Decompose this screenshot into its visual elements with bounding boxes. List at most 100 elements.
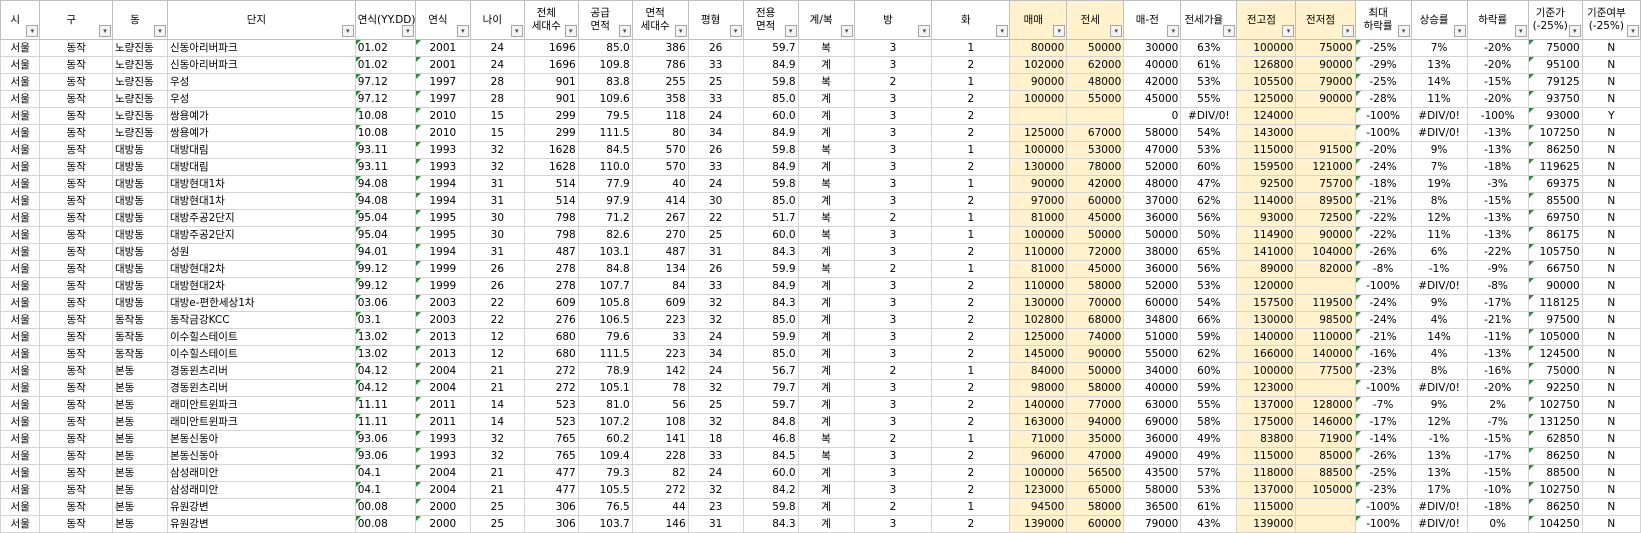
table-cell[interactable]: 2 [931, 464, 1011, 482]
table-cell[interactable]: 34 [687, 345, 744, 363]
table-cell[interactable]: 복 [797, 430, 855, 448]
table-cell[interactable]: 114000 [1236, 192, 1297, 210]
table-cell[interactable]: 신동아리버파크 [166, 56, 356, 74]
table-cell[interactable]: 115000 [1236, 498, 1297, 516]
table-cell[interactable]: 97.12 [354, 90, 416, 108]
table-cell[interactable]: 동작 [39, 192, 114, 210]
table-cell[interactable]: 33 [687, 447, 744, 465]
table-cell[interactable]: 서울 [0, 260, 41, 278]
table-cell[interactable]: N [1581, 430, 1641, 448]
table-cell[interactable]: 118 [631, 107, 689, 125]
table-cell[interactable]: 32 [687, 413, 744, 431]
table-cell[interactable]: 2 [853, 209, 933, 227]
table-cell[interactable]: 3 [853, 515, 933, 533]
table-cell[interactable]: 299 [523, 107, 579, 125]
table-cell[interactable]: 157500 [1236, 294, 1297, 312]
table-cell[interactable]: 3 [853, 243, 933, 261]
table-cell[interactable]: 86250 [1527, 498, 1583, 516]
table-cell[interactable]: 9% [1410, 141, 1468, 159]
table-cell[interactable]: 2001 [414, 39, 471, 57]
table-cell[interactable]: 53% [1180, 481, 1238, 499]
table-cell[interactable]: 47% [1180, 175, 1238, 193]
table-cell[interactable]: 계 [797, 311, 855, 329]
table-cell[interactable]: 82000 [1295, 260, 1356, 278]
table-cell[interactable]: 477 [523, 481, 579, 499]
table-cell[interactable]: 32 [687, 379, 744, 397]
table-cell[interactable] [1295, 124, 1356, 142]
table-cell[interactable]: 45000 [1123, 90, 1182, 108]
table-cell[interactable]: 34 [687, 124, 744, 142]
table-cell[interactable]: 31 [469, 243, 525, 261]
table-cell[interactable]: 102800 [1009, 311, 1068, 329]
table-cell[interactable]: 2 [931, 107, 1011, 125]
table-cell[interactable]: 2 [931, 481, 1011, 499]
table-cell[interactable]: 경동윈츠리버 [166, 379, 356, 397]
table-cell[interactable]: 서울 [0, 226, 41, 244]
table-cell[interactable]: 58000 [1066, 498, 1125, 516]
table-cell[interactable]: 본동신동아 [166, 430, 356, 448]
table-cell[interactable]: 102750 [1527, 396, 1583, 414]
table-cell[interactable]: 32 [469, 430, 525, 448]
table-cell[interactable]: 22 [687, 209, 744, 227]
table-cell[interactable]: 123000 [1009, 481, 1068, 499]
filter-dropdown-icon[interactable]: ▾ [456, 25, 469, 37]
table-cell[interactable]: N [1581, 311, 1641, 329]
table-cell[interactable]: 노량진동 [112, 56, 168, 74]
column-header-0[interactable]: 시 ▾ [0, 0, 41, 40]
column-header-14[interactable]: 화 ▾ [931, 0, 1011, 40]
table-cell[interactable]: 105750 [1527, 243, 1583, 261]
table-cell[interactable]: 140000 [1009, 396, 1068, 414]
table-cell[interactable]: N [1581, 328, 1641, 346]
table-cell[interactable]: 본동 [112, 430, 168, 448]
table-cell[interactable]: 60% [1180, 158, 1238, 176]
table-cell[interactable]: 63000 [1123, 396, 1182, 414]
table-cell[interactable]: -22% [1466, 243, 1529, 261]
table-cell[interactable]: 1 [931, 141, 1011, 159]
table-cell[interactable]: 159500 [1236, 158, 1297, 176]
table-cell[interactable]: 대방동 [112, 260, 168, 278]
table-cell[interactable]: 109.4 [577, 447, 633, 465]
table-cell[interactable]: 50000 [1066, 362, 1125, 380]
table-cell[interactable]: -8% [1466, 277, 1529, 295]
table-cell[interactable]: 25 [469, 498, 525, 516]
table-cell[interactable]: 1628 [523, 141, 579, 159]
table-cell[interactable]: 본동 [112, 396, 168, 414]
table-cell[interactable]: 30000 [1123, 39, 1182, 57]
table-cell[interactable]: 동작 [39, 226, 114, 244]
table-cell[interactable]: 97.12 [354, 73, 416, 91]
table-cell[interactable]: 93.06 [354, 430, 416, 448]
table-cell[interactable]: 동작 [39, 158, 114, 176]
table-cell[interactable]: 서울 [0, 56, 41, 74]
filter-dropdown-icon[interactable]: ▾ [1167, 25, 1180, 37]
table-cell[interactable]: 32 [687, 481, 744, 499]
table-cell[interactable]: 본동 [112, 379, 168, 397]
table-cell[interactable]: 31 [469, 192, 525, 210]
table-cell[interactable]: 111.5 [577, 124, 633, 142]
table-cell[interactable]: N [1581, 413, 1641, 431]
table-cell[interactable]: 서울 [0, 243, 41, 261]
table-cell[interactable]: 3 [853, 90, 933, 108]
table-cell[interactable]: 85.0 [742, 192, 799, 210]
table-cell[interactable]: -25% [1354, 39, 1412, 57]
table-cell[interactable]: 동작 [39, 56, 114, 74]
table-cell[interactable]: 24 [469, 56, 525, 74]
table-cell[interactable]: 3 [853, 328, 933, 346]
table-cell[interactable]: 래미안트윈파크 [166, 413, 356, 431]
table-cell[interactable]: N [1581, 379, 1641, 397]
table-cell[interactable]: 88500 [1295, 464, 1356, 482]
table-cell[interactable]: 95.04 [354, 209, 416, 227]
filter-dropdown-icon[interactable]: ▾ [674, 25, 687, 37]
table-cell[interactable]: 56% [1180, 209, 1238, 227]
filter-dropdown-icon[interactable]: ▾ [618, 25, 631, 37]
table-cell[interactable]: N [1581, 209, 1641, 227]
table-cell[interactable]: 84000 [1009, 362, 1068, 380]
table-cell[interactable]: 계 [797, 107, 855, 125]
table-cell[interactable]: N [1581, 73, 1641, 91]
table-cell[interactable]: 45000 [1066, 260, 1125, 278]
table-cell[interactable]: 92250 [1527, 379, 1583, 397]
table-cell[interactable]: 84.2 [742, 481, 799, 499]
table-cell[interactable]: 267 [631, 209, 689, 227]
column-header-15[interactable]: 매매 ▾ [1009, 0, 1068, 40]
table-cell[interactable]: -20% [1466, 379, 1529, 397]
table-cell[interactable]: -1% [1410, 260, 1468, 278]
